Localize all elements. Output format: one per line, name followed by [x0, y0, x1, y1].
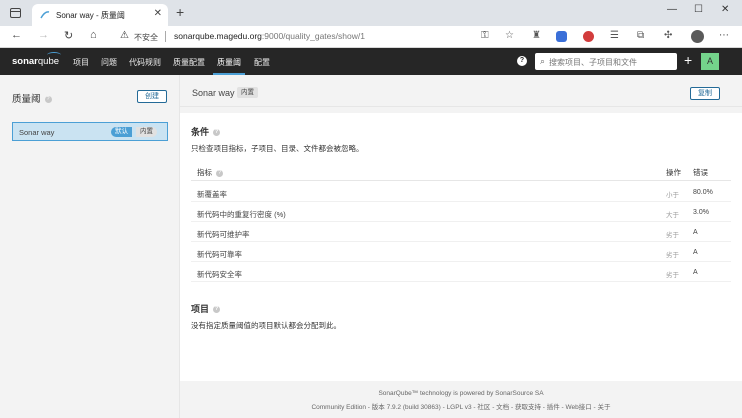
conditions-help-icon[interactable]: ? [213, 129, 221, 137]
table-row: 新代码安全率 劣于 A [191, 263, 731, 282]
projects-title: 项目? [191, 302, 221, 315]
nav-item-administration[interactable]: 配置 [254, 48, 270, 75]
conditions-description: 只检查项目指标，子项目、目录、文件都会被忽略。 [191, 144, 364, 153]
table-row: 新代码中的重复行密度 (%) 大于 3.0% [191, 203, 731, 222]
nav-item-issues[interactable]: 问题 [101, 48, 117, 75]
sonarqube-navbar: sonarqube 项目 问题 代码规则 质量配置 质量阈 配置 ? ⌕ 搜索项… [0, 48, 742, 75]
footer-powered-by: SonarQube™ technology is powered by Sona… [378, 390, 544, 397]
nav-item-projects[interactable]: 项目 [73, 48, 89, 75]
nav-item-quality-profiles[interactable]: 质量配置 [173, 48, 205, 75]
extension-icon[interactable]: ♜ [532, 30, 541, 41]
condition-error: 3.0% [693, 209, 709, 216]
search-icon: ⌕ [540, 56, 546, 66]
quality-gate-list-item[interactable]: Sonar way 默认 内置 [12, 122, 168, 141]
default-badge: 默认 [111, 127, 132, 137]
url-host: sonarqube.magedu.org [174, 31, 262, 41]
condition-metric: 新代码可靠率 [197, 250, 242, 259]
search-input[interactable]: ⌕ 搜索项目、子项目和文件 [535, 53, 677, 70]
help-question-icon[interactable]: ? [44, 95, 52, 103]
reload-icon[interactable]: ↻ [64, 29, 73, 42]
projects-description: 没有指定质量阈值的项目默认都会分配到此。 [191, 321, 341, 330]
maximize-icon[interactable]: ☐ [694, 4, 703, 15]
conditions-title: 条件? [191, 125, 221, 138]
condition-error: 80.0% [693, 189, 713, 196]
logo-light: qube [37, 56, 60, 67]
metric-header-text: 指标 [197, 168, 212, 177]
favorites-icon[interactable]: ☰ [610, 30, 619, 41]
browser-tab[interactable]: Sonar way - 质量阈 ✕ [32, 4, 168, 26]
metric-header: 指标? [197, 167, 223, 178]
sidebar-title: 质量阈? [12, 91, 52, 105]
address-bar: ← → ↻ ⌂ ⚠ 不安全 sonarqube.magedu.org:9000/… [0, 26, 742, 48]
extensions-puzzle-icon[interactable]: ✣ [664, 30, 672, 41]
condition-metric: 新覆盖率 [197, 190, 227, 199]
more-icon[interactable]: ⋯ [719, 30, 729, 41]
detail-header: Sonar way 内置 复制 [180, 75, 742, 107]
collections-icon[interactable]: ⧉ [637, 30, 644, 41]
nav-item-quality-gates[interactable]: 质量阈 [213, 48, 245, 75]
tab-title: Sonar way - 质量阈 [56, 11, 125, 20]
builtin-badge: 内置 [136, 127, 157, 137]
home-icon[interactable]: ⌂ [90, 29, 97, 41]
page-title: Sonar way [192, 88, 235, 98]
sonarqube-favicon-icon [40, 11, 50, 19]
translate-extension-icon[interactable] [556, 31, 567, 42]
new-tab-icon[interactable]: + [176, 4, 184, 20]
table-row: 新代码可维护率 劣于 A [191, 223, 731, 242]
condition-error: A [693, 229, 698, 236]
search-placeholder: 搜索项目、子项目和文件 [549, 58, 637, 67]
url-separator [165, 31, 166, 42]
projects-help-icon[interactable]: ? [213, 306, 221, 314]
create-button[interactable]: 创建 [137, 90, 167, 103]
url-path: :9000/quality_gates/show/1 [261, 31, 365, 41]
sidebar-title-text: 质量阈 [12, 94, 41, 105]
create-plus-icon[interactable]: + [684, 52, 692, 68]
error-header: 错误 [693, 168, 708, 177]
key-icon[interactable]: ⚿ [481, 30, 489, 41]
quality-gate-detail: Sonar way 内置 复制 条件? 只检查项目指标，子项目、目录、文件都会被… [180, 75, 742, 418]
tab-close-icon[interactable]: ✕ [154, 8, 162, 19]
metric-help-icon[interactable]: ? [216, 169, 223, 177]
forward-icon[interactable]: → [38, 29, 49, 41]
operator-header: 操作 [666, 168, 681, 177]
conditions-title-text: 条件 [191, 127, 210, 137]
condition-operator: 劣于 [666, 252, 679, 259]
builtin-tag: 内置 [237, 87, 258, 98]
warning-icon[interactable]: ⚠ [120, 30, 129, 41]
logo-bold: sonar [12, 56, 38, 67]
user-avatar[interactable]: A [701, 53, 719, 70]
back-icon[interactable]: ← [11, 29, 22, 41]
url-input[interactable]: sonarqube.magedu.org:9000/quality_gates/… [174, 31, 365, 41]
quality-gates-sidebar: 质量阈? 创建 Sonar way 默认 内置 [0, 75, 180, 418]
condition-operator: 小于 [666, 192, 679, 199]
window-close-icon[interactable]: ✕ [721, 4, 729, 15]
copy-button[interactable]: 复制 [690, 87, 720, 100]
condition-operator: 劣于 [666, 232, 679, 239]
detail-card: 条件? 只检查项目指标，子项目、目录、文件都会被忽略。 指标? 操作 错误 新覆… [180, 113, 742, 381]
condition-error: A [693, 269, 698, 276]
help-icon[interactable]: ? [517, 56, 527, 66]
browser-tab-bar: Sonar way - 质量阈 ✕ + — ☐ ✕ [0, 0, 742, 26]
favorites-add-icon[interactable]: ☆ [505, 30, 514, 41]
footer-links[interactable]: Community Edition - 版本 7.9.2 (build 3086… [180, 401, 742, 411]
condition-metric: 新代码中的重复行密度 (%) [197, 210, 286, 219]
condition-error: A [693, 249, 698, 256]
condition-metric: 新代码可维护率 [197, 230, 250, 239]
gate-name: Sonar way [19, 128, 55, 137]
condition-operator: 大于 [666, 212, 679, 219]
profile-avatar[interactable] [691, 30, 704, 43]
projects-title-text: 项目 [191, 304, 210, 314]
conditions-table-header: 指标? 操作 错误 [191, 165, 731, 181]
nav-item-rules[interactable]: 代码规则 [129, 48, 161, 75]
insecure-label[interactable]: 不安全 [134, 32, 158, 43]
condition-operator: 劣于 [666, 272, 679, 279]
sonarqube-logo[interactable]: sonarqube [12, 56, 59, 67]
minimize-icon[interactable]: — [667, 4, 677, 15]
adblock-extension-icon[interactable] [583, 31, 594, 42]
window-menu-icon[interactable] [10, 8, 21, 18]
table-row: 新代码可靠率 劣于 A [191, 243, 731, 262]
condition-metric: 新代码安全率 [197, 270, 242, 279]
table-row: 新覆盖率 小于 80.0% [191, 183, 731, 202]
